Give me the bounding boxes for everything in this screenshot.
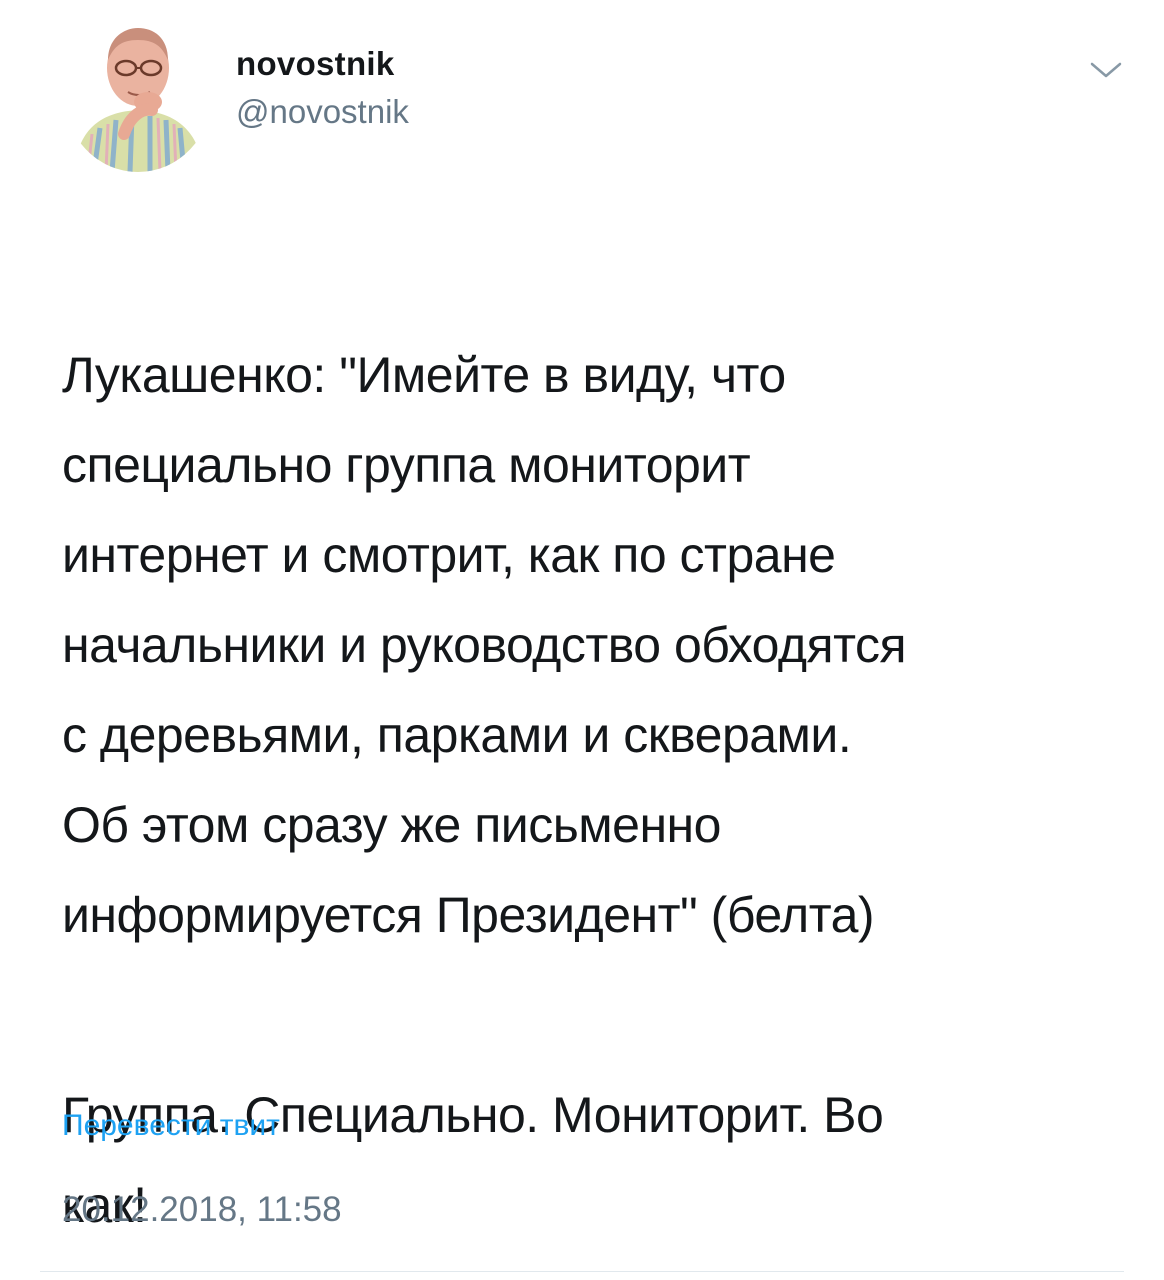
tweet-header: novostnik @novostnik xyxy=(64,16,1124,176)
divider xyxy=(40,1271,1124,1272)
display-name[interactable]: novostnik xyxy=(236,44,409,84)
tweet-card: novostnik @novostnik Лукашенко: "Имейте … xyxy=(0,0,1164,1280)
tweet-timestamp[interactable]: 20.12.2018, 11:58 xyxy=(62,1188,342,1232)
user-handle[interactable]: @novostnik xyxy=(236,92,409,132)
user-names: novostnik @novostnik xyxy=(236,44,409,132)
chevron-down-icon[interactable] xyxy=(1088,58,1124,82)
tweet-paragraph-1: Лукашенко: "Имейте в виду, что специальн… xyxy=(62,347,907,943)
translate-tweet-link[interactable]: Перевести твит xyxy=(62,1106,280,1146)
avatar[interactable] xyxy=(64,16,212,172)
avatar-image xyxy=(74,28,204,172)
